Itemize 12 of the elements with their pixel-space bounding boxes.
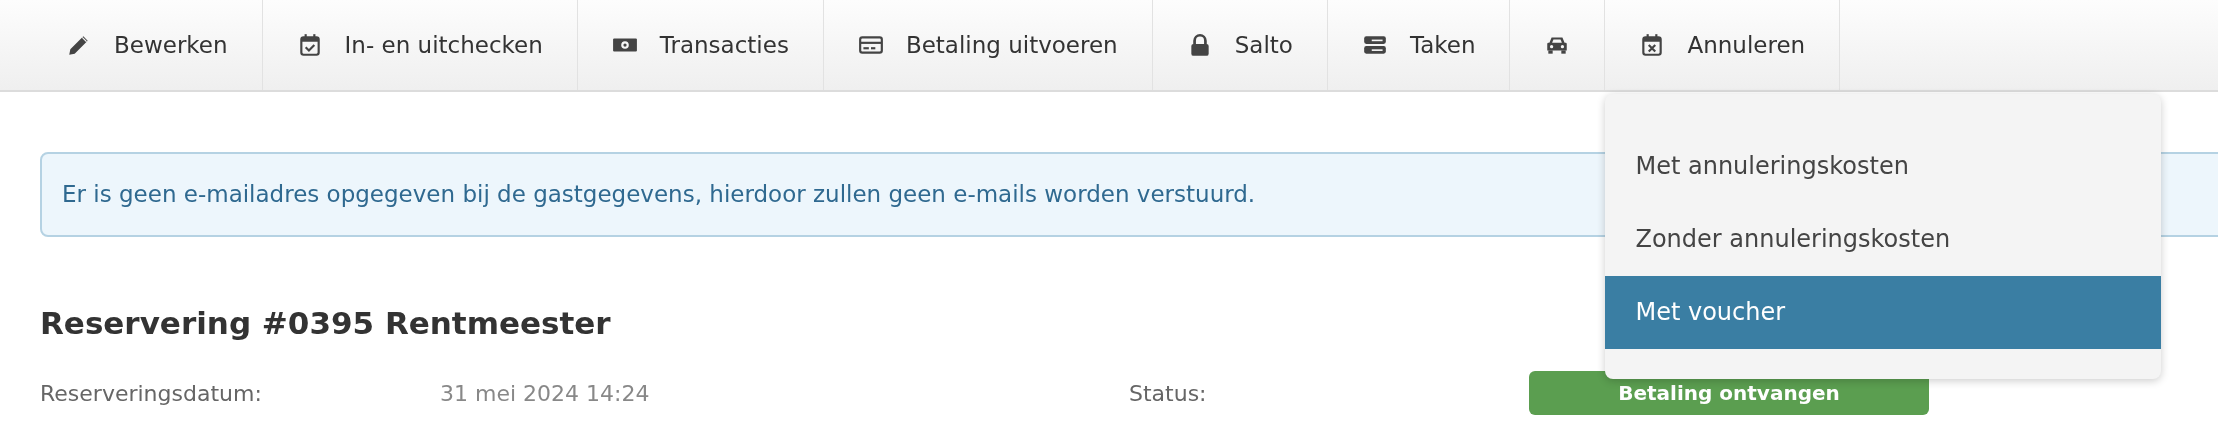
toolbar-button[interactable]: Transacties <box>577 0 824 90</box>
toolbar-button[interactable]: Bewerken <box>0 0 263 90</box>
toolbar-button[interactable]: Betaling uitvoeren <box>823 0 1153 90</box>
reservation-title: Reservering #0395 Rentmeester <box>40 305 611 341</box>
toolbar-button[interactable]: In- en uitchecken <box>262 0 578 90</box>
toolbar-button[interactable]: Taken <box>1327 0 1511 90</box>
toolbar-button[interactable]: Salto <box>1152 0 1328 90</box>
menu-item[interactable]: Met voucher <box>1605 276 2162 349</box>
field-label: Reserveringsdatum: <box>40 380 263 406</box>
field-value: 31 mei 2024 14:24 <box>440 380 650 406</box>
field-label: Status: <box>1129 380 1208 406</box>
toolbar-button[interactable]: Annuleren <box>1605 0 1841 90</box>
